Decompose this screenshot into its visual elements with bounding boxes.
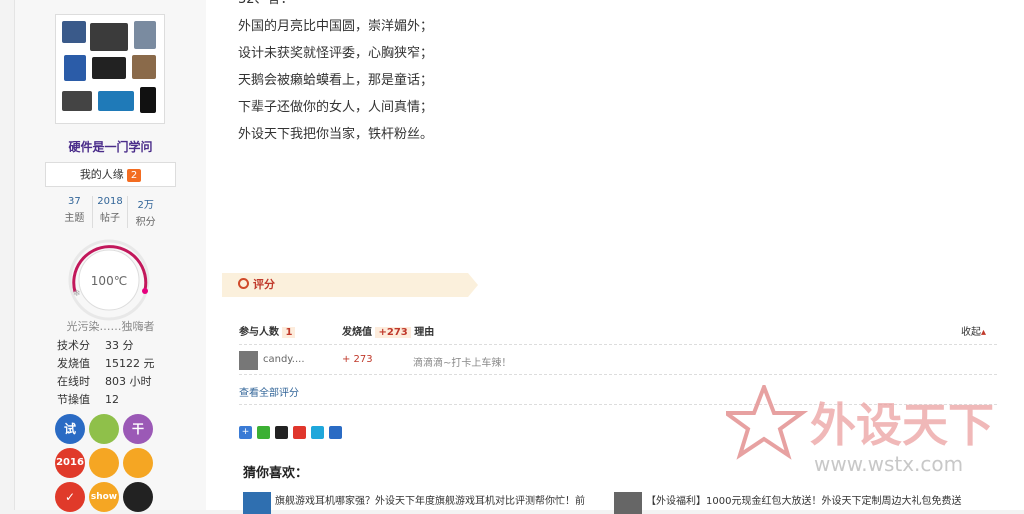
stat-value: 2018 (97, 196, 123, 207)
heat-total: +273 (375, 327, 411, 338)
collapse-text: 收起 (961, 327, 981, 338)
rating-row: candy.... + 273 滴滴滴~打卡上车辣！ (239, 350, 997, 372)
view-all-ratings-link[interactable]: 查看全部评分 (239, 384, 299, 399)
info-key: 技术分 (57, 339, 90, 352)
participants-count: 1 (282, 327, 296, 338)
post-body: 32、答： 外国的月亮比中国圆，崇洋媚外； 设计未获奖就怪评委，心胸狭窄； 天鹅… (238, 0, 433, 148)
stat-label: 主题 (64, 213, 85, 224)
info-key: 发烧值 (57, 357, 90, 370)
rating-tab: 评分 (222, 273, 478, 297)
info-value: 33 分 (105, 339, 134, 352)
wechat-icon[interactable] (257, 426, 270, 439)
guess-title: 猜你喜欢： (243, 466, 309, 481)
rater-name[interactable]: candy.... (263, 354, 305, 365)
medal-icon[interactable] (89, 414, 119, 444)
participants-text: 参与人数 (239, 327, 279, 338)
post-line: 32、答： (238, 0, 433, 13)
gauge-indicator-icon (142, 288, 148, 294)
post-line: 下辈子还做你的女人，人间真情； (238, 100, 434, 115)
post-line: 天鹅会被癞蛤蟆看上，那是童话； (238, 73, 434, 88)
recommend-title: 旗舰游戏耳机哪家强？外设天下年度旗舰游戏耳机对比评测帮你忙！前 (275, 496, 585, 507)
info-value: 12 (105, 393, 119, 406)
user-stats: 37 主题 2018 帖子 2万 积分 (57, 196, 163, 228)
username[interactable]: 硬件是一门学问 (15, 138, 206, 155)
divider (239, 344, 997, 345)
temperature-gauge: 100℃ ❄ (67, 238, 151, 322)
info-row: 发烧值 15122 元 (57, 355, 155, 373)
info-row: 技术分 33 分 (57, 337, 155, 355)
renren-icon[interactable] (329, 426, 342, 439)
divider (239, 374, 997, 375)
stat-posts[interactable]: 2018 帖子 (93, 196, 129, 228)
info-key: 节操值 (57, 393, 90, 406)
stat-label: 积分 (135, 217, 156, 228)
info-row: 在线时 803 小时 (57, 373, 155, 391)
rater-avatar[interactable] (239, 351, 258, 370)
recommend-thumb (243, 492, 271, 514)
medal-icon[interactable]: 干 (123, 414, 153, 444)
post-line: 外设天下我把你当家，铁杆粉丝。 (238, 127, 434, 142)
tab-tail (468, 273, 478, 297)
snowflake-icon: ❄ (73, 289, 81, 299)
site-watermark: 外设天下 www.wstx.com (719, 381, 1016, 480)
collapse-link[interactable]: 收起▴ (961, 323, 986, 338)
share-more-icon[interactable]: + (239, 426, 252, 439)
stat-value: 2万 (137, 200, 154, 211)
caret-up-icon: ▴ (981, 327, 987, 338)
post-line: 设计未获奖就怪评委，心胸狭窄； (238, 46, 434, 61)
qzone-icon[interactable] (311, 426, 324, 439)
user-sidebar: 硬件是一门学问 我的人缘 2 37 主题 2018 帖子 2万 积分 100℃ … (14, 0, 207, 512)
medal-icon[interactable]: ✓ (55, 482, 85, 512)
info-value: 15122 元 (105, 357, 155, 370)
avatar[interactable] (55, 14, 165, 124)
temperature-value: 100℃ (91, 274, 127, 288)
recommend-title: 【外设福利】1000元现金红包大放送！外设天下定制周边大礼包免费送 (646, 496, 962, 507)
renyuan-label: 我的人缘 (79, 168, 124, 181)
user-motto: 光污染……独嗨者 (66, 320, 155, 333)
weibo-icon[interactable] (293, 426, 306, 439)
medal-icon[interactable]: 试 (55, 414, 85, 444)
heat-label: 发烧值 +273 理由 (342, 323, 434, 338)
medal-icon[interactable] (89, 448, 119, 478)
rating-ring-icon (238, 278, 249, 289)
share-bar: + (239, 426, 347, 439)
participants-label: 参与人数 1 (239, 323, 296, 338)
stat-label: 帖子 (100, 213, 120, 224)
stat-topics[interactable]: 37 主题 (57, 196, 93, 228)
info-key: 在线时 (57, 375, 90, 388)
heat-text: 发烧值 (342, 327, 372, 338)
medal-icon[interactable] (123, 482, 153, 512)
page: 硬件是一门学问 我的人缘 2 37 主题 2018 帖子 2万 积分 100℃ … (0, 0, 1024, 514)
medal-icon[interactable]: 2016 (55, 448, 85, 478)
watermark-url: www.wstx.com (814, 452, 963, 476)
stat-points[interactable]: 2万 积分 (128, 196, 163, 228)
post-line: 外国的月亮比中国圆，崇洋媚外； (238, 19, 434, 34)
stat-value: 37 (67, 196, 81, 207)
renyuan-button[interactable]: 我的人缘 2 (45, 162, 176, 187)
renyuan-count-badge: 2 (126, 169, 142, 182)
info-row: 节操值 12 (57, 391, 155, 409)
reason-label: 理由 (414, 327, 435, 338)
star-logo-icon (719, 381, 809, 460)
medal-icon[interactable]: show (89, 482, 119, 512)
rating-value: + 273 (342, 354, 373, 365)
user-info: 技术分 33 分 发烧值 15122 元 在线时 803 小时 节操值 12 (57, 337, 155, 409)
watermark-brand: 外设天下 (810, 398, 994, 452)
recommend-thumb (614, 492, 642, 514)
rating-reason: 滴滴滴~打卡上车辣！ (413, 358, 512, 369)
info-value: 803 小时 (105, 375, 152, 388)
qq-icon[interactable] (275, 426, 288, 439)
rating-tab-label: 评分 (253, 278, 275, 291)
medal-icon[interactable] (123, 448, 153, 478)
